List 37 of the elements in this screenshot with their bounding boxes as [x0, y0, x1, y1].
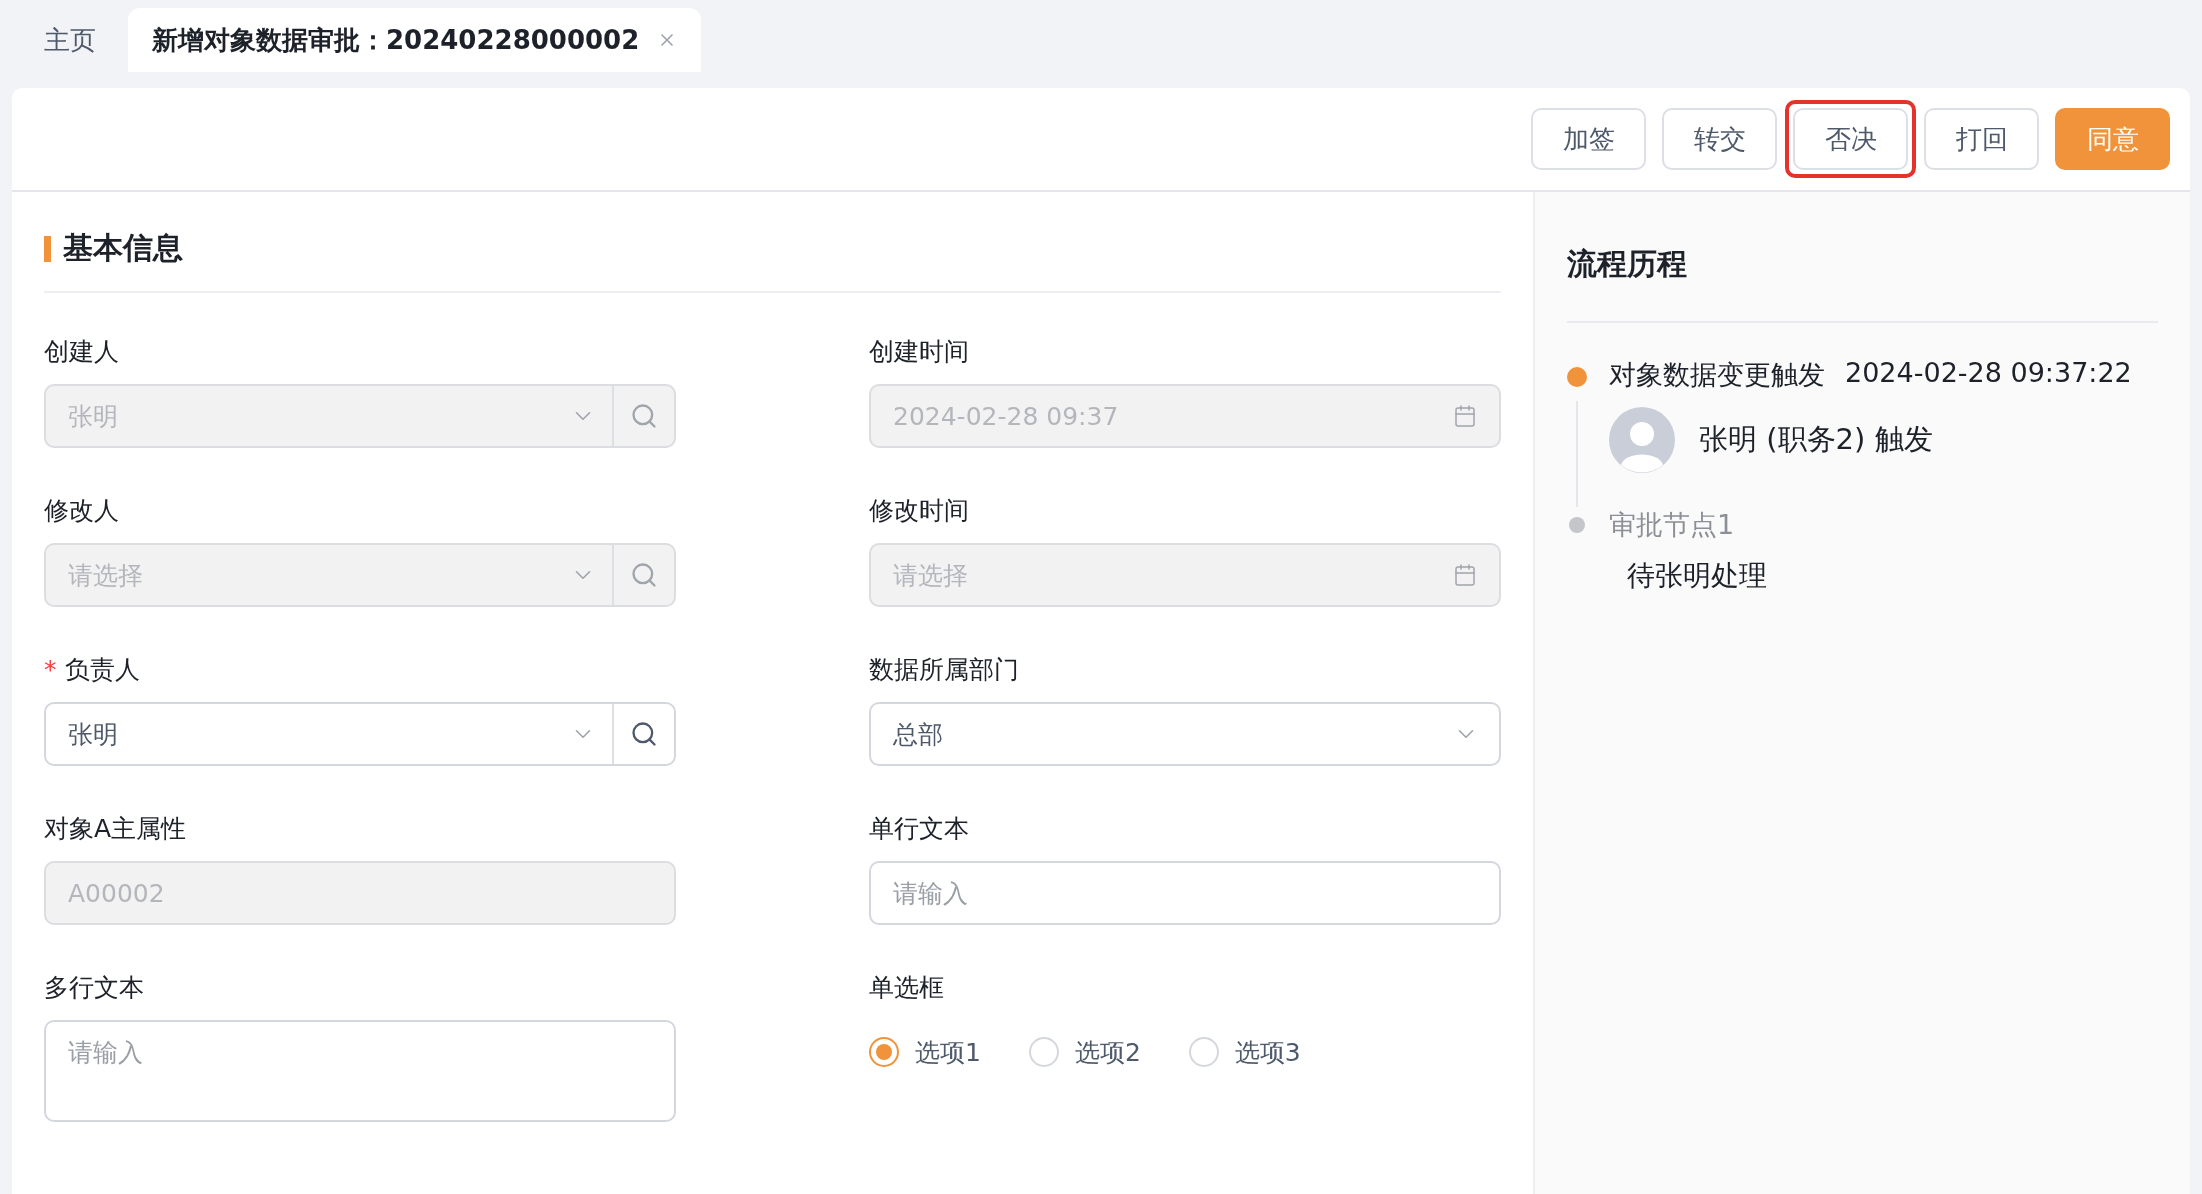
- radio-label: 选项1: [915, 1036, 981, 1069]
- field-label: 单行文本: [869, 813, 969, 845]
- field-label: 数据所属部门: [869, 654, 1019, 686]
- field-label: 多行文本: [44, 972, 144, 1004]
- radio-button[interactable]: [1028, 1037, 1059, 1067]
- search-icon[interactable]: [630, 720, 658, 748]
- tab[interactable]: 主页: [20, 8, 120, 72]
- step-title: 审批节点1: [1609, 508, 1735, 542]
- step-note: 待张明处理: [1626, 558, 1767, 594]
- calendar-icon: [1453, 563, 1477, 587]
- field-label: 修改时间: [869, 495, 969, 527]
- field-label: 修改人: [44, 495, 119, 527]
- radio-button[interactable]: [1188, 1037, 1219, 1067]
- lookup-field[interactable]: 张明: [44, 702, 676, 766]
- tab[interactable]: 新增对象数据审批：20240228000002: [128, 8, 702, 72]
- actor-name: 张明 (职务2) 触发: [1699, 421, 1933, 458]
- radio-button[interactable]: [869, 1037, 899, 1067]
- action-button[interactable]: 加签: [1531, 108, 1646, 170]
- field-label: 负责人: [64, 654, 140, 686]
- radio-label: 选项2: [1074, 1036, 1141, 1069]
- select-field[interactable]: 总部: [869, 702, 1501, 766]
- radio-label: 选项3: [1234, 1036, 1301, 1069]
- section-title: 基本信息: [63, 229, 183, 267]
- field-label: 单选框: [869, 972, 944, 1004]
- section-marker: [44, 235, 51, 262]
- action-button[interactable]: 转交: [1662, 108, 1777, 170]
- step-title: 对象数据变更触发: [1609, 358, 1825, 392]
- calendar-icon: [1453, 404, 1477, 428]
- required-mark: *: [44, 655, 57, 684]
- field-label: 对象A主属性: [44, 813, 187, 845]
- action-button[interactable]: 打回: [1924, 108, 2039, 170]
- step-time: 2024-02-28 09:37:22: [1845, 357, 2132, 390]
- action-button[interactable]: 否决: [1793, 108, 1908, 170]
- avatar-icon: [1609, 407, 1675, 473]
- field-label: 创建人: [44, 336, 119, 368]
- field-label: 创建时间: [869, 336, 969, 368]
- panel-title: 流程历程: [1567, 244, 2158, 323]
